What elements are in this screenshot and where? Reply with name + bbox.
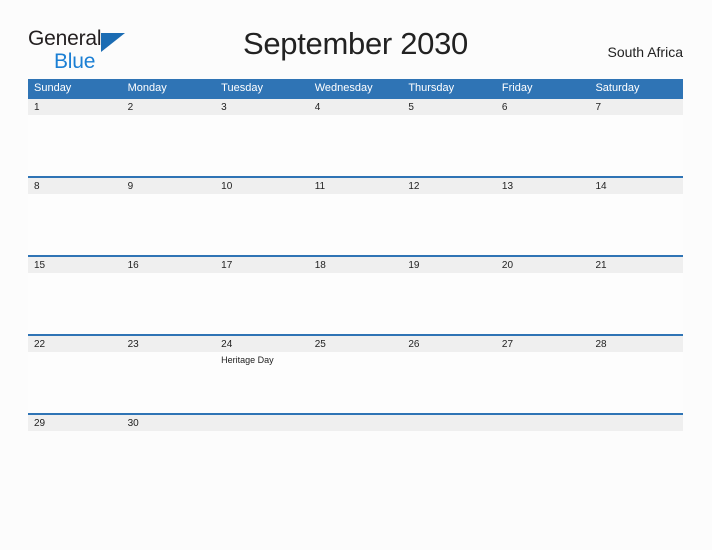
weekday-wednesday: Wednesday (314, 82, 373, 94)
day-band (215, 99, 309, 115)
day-number: 1 (34, 102, 40, 113)
day-band (28, 178, 122, 194)
day-cell[interactable]: 24 Heritage Day (215, 336, 309, 413)
day-number: 6 (501, 102, 508, 113)
day-band (215, 415, 309, 431)
region-label: South Africa (607, 44, 684, 60)
day-number: 21 (595, 260, 607, 271)
day-number: 25 (314, 339, 326, 350)
day-band (402, 99, 496, 115)
day-cell[interactable]: 6 (495, 99, 590, 176)
day-number: 8 (34, 181, 40, 192)
week-row: 22 23 24 Heritage Day 25 26 27 28 (28, 334, 684, 413)
week-row: 8 9 10 11 12 13 14 (28, 176, 684, 255)
day-cell[interactable]: 29 (28, 415, 122, 431)
day-cell[interactable] (589, 415, 684, 431)
day-number: 27 (501, 339, 514, 350)
day-cell[interactable]: 1 (28, 99, 122, 176)
day-number: 4 (314, 102, 321, 113)
day-cell[interactable] (308, 415, 403, 431)
week-row: 29 30 (28, 413, 684, 431)
day-cell[interactable]: 4 (308, 99, 403, 176)
day-cell[interactable]: 20 (495, 257, 590, 334)
day-cell[interactable]: 13 (495, 178, 590, 255)
day-cell[interactable]: 2 (121, 99, 216, 176)
day-cell[interactable]: 9 (121, 178, 216, 255)
weekday-header-row: Sunday Monday Tuesday Wednesday Thursday… (28, 79, 683, 97)
day-band (589, 99, 684, 115)
weekday-saturday: Saturday (595, 82, 640, 94)
week-row: 15 16 17 18 19 20 21 (28, 255, 684, 334)
day-cell[interactable]: 30 (121, 415, 216, 431)
day-band (121, 99, 216, 115)
day-band (121, 178, 216, 194)
day-band (402, 415, 496, 431)
day-cell[interactable]: 3 (215, 99, 309, 176)
day-number: 15 (34, 260, 46, 271)
day-number: 2 (127, 102, 134, 113)
day-cell[interactable]: 15 (28, 257, 122, 334)
day-number: 3 (221, 102, 227, 113)
day-cell[interactable]: 19 (402, 257, 496, 334)
day-band (308, 415, 403, 431)
day-cell[interactable]: 22 (28, 336, 122, 413)
day-number: 24 (221, 339, 233, 350)
day-number: 30 (127, 418, 139, 429)
day-cell[interactable]: 18 (308, 257, 403, 334)
day-number: 9 (127, 181, 134, 192)
day-cell[interactable]: 17 (215, 257, 309, 334)
day-number: 20 (501, 260, 514, 271)
day-number: 17 (221, 260, 233, 271)
day-number: 19 (408, 260, 420, 271)
day-cell[interactable]: 10 (215, 178, 309, 255)
day-cell[interactable]: 12 (402, 178, 496, 255)
day-number: 23 (127, 339, 139, 350)
day-cell[interactable]: 11 (308, 178, 403, 255)
weekday-thursday: Thursday (408, 82, 455, 94)
weekday-friday: Friday (501, 82, 533, 94)
day-number: 29 (34, 418, 46, 429)
day-cell[interactable]: 8 (28, 178, 122, 255)
day-cell[interactable]: 27 (495, 336, 590, 413)
day-cell[interactable] (495, 415, 590, 431)
day-cell[interactable] (215, 415, 309, 431)
day-number: 10 (221, 181, 233, 192)
day-number: 26 (408, 339, 420, 350)
day-band (495, 99, 590, 115)
weekday-monday: Monday (127, 82, 167, 94)
calendar-grid: Sunday Monday Tuesday Wednesday Thursday… (28, 79, 684, 431)
day-number: 14 (595, 181, 607, 192)
day-cell[interactable]: 16 (121, 257, 216, 334)
day-cell[interactable] (402, 415, 496, 431)
day-band (589, 415, 684, 431)
day-band (495, 415, 590, 431)
day-number: 12 (408, 181, 420, 192)
day-cell[interactable]: 5 (402, 99, 496, 176)
day-cell[interactable]: 26 (402, 336, 496, 413)
day-band (28, 99, 122, 115)
day-band (308, 99, 403, 115)
day-cell[interactable]: 23 (121, 336, 216, 413)
day-event: Heritage Day (221, 355, 274, 365)
weekday-tuesday: Tuesday (221, 82, 263, 94)
day-cell[interactable]: 28 (589, 336, 684, 413)
day-number: 28 (595, 339, 607, 350)
page-title: September 2030 (242, 26, 468, 61)
day-number: 18 (314, 260, 326, 271)
day-number: 16 (127, 260, 139, 271)
day-number: 13 (501, 181, 514, 192)
weekday-sunday: Sunday (34, 82, 72, 94)
week-row: 1 2 3 4 5 6 7 (28, 97, 684, 176)
day-number: 11 (314, 181, 326, 192)
day-cell[interactable]: 7 (589, 99, 684, 176)
day-number: 7 (595, 102, 602, 113)
calendar-page: General Blue September 2030 South Africa… (0, 0, 712, 550)
day-cell[interactable]: 21 (589, 257, 684, 334)
day-cell[interactable]: 14 (589, 178, 684, 255)
day-number: 5 (408, 102, 414, 113)
day-cell[interactable]: 25 (308, 336, 403, 413)
page-header: General Blue September 2030 South Africa (28, 26, 683, 72)
day-number: 22 (34, 339, 46, 350)
